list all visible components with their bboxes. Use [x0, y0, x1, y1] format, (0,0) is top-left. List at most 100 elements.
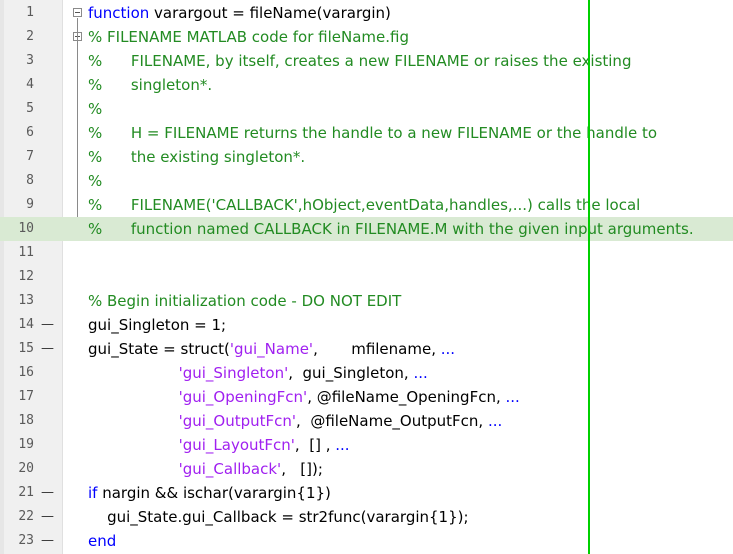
- code-text[interactable]: if nargin && ischar(varargin{1}): [88, 481, 331, 505]
- code-text[interactable]: gui_State.gui_Callback = str2func(vararg…: [88, 505, 469, 529]
- code-text[interactable]: %: [88, 169, 102, 193]
- line-number: 11: [18, 245, 34, 260]
- line-number: 8: [26, 173, 34, 188]
- comment-token: % Begin initialization code - DO NOT EDI…: [88, 292, 402, 310]
- line-number: 6: [26, 125, 34, 140]
- code-line[interactable]: 1 function varargout = fileName(varargin): [0, 1, 733, 25]
- code-token: gui_Singleton = 1;: [88, 316, 227, 334]
- code-text[interactable]: 'gui_Callback', []);: [88, 457, 323, 481]
- code-text[interactable]: % FILENAME MATLAB code for fileName.fig: [88, 25, 409, 49]
- code-token: , mfilename,: [313, 340, 441, 358]
- breakpoint-marker[interactable]: —: [41, 337, 54, 361]
- keyword-token: ...: [335, 436, 350, 454]
- keyword-token: end: [88, 532, 117, 550]
- code-editor[interactable]: 1 function varargout = fileName(varargin)…: [0, 0, 733, 554]
- code-line[interactable]: 15 — gui_State = struct('gui_Name', mfilen…: [0, 337, 733, 361]
- comment-token: % the existing singleton*.: [88, 148, 306, 166]
- code-text[interactable]: % Begin initialization code - DO NOT EDI…: [88, 289, 401, 313]
- line-number: 18: [18, 413, 34, 428]
- line-number: 2: [26, 29, 34, 44]
- breakpoint-marker[interactable]: —: [41, 481, 54, 505]
- comment-token: % function named CALLBACK in FILENAME.M …: [88, 220, 694, 238]
- code-line[interactable]: 2 % FILENAME MATLAB code for fileName.fig: [0, 25, 733, 49]
- comment-token: % H = FILENAME returns the handle to a n…: [88, 124, 658, 142]
- code-text[interactable]: 'gui_OpeningFcn', @fileName_OpeningFcn, …: [88, 385, 520, 409]
- breakpoint-marker[interactable]: —: [41, 313, 54, 337]
- code-line[interactable]: 6 % H = FILENAME returns the handle to a …: [0, 121, 733, 145]
- comment-token: % FILENAME MATLAB code for fileName.fig: [88, 28, 409, 46]
- code-token: , gui_Singleton,: [288, 364, 414, 382]
- string-token: 'gui_LayoutFcn': [178, 436, 295, 454]
- line-number: 22: [18, 509, 34, 524]
- line-number: 17: [18, 389, 34, 404]
- breakpoint-marker[interactable]: —: [41, 529, 54, 553]
- code-line[interactable]: 17 'gui_OpeningFcn', @fileName_OpeningFc…: [0, 385, 733, 409]
- line-number: 7: [26, 149, 34, 164]
- code-line[interactable]: 14 — gui_Singleton = 1;: [0, 313, 733, 337]
- code-line[interactable]: 7 % the existing singleton*.: [0, 145, 733, 169]
- keyword-token: ...: [505, 388, 520, 406]
- code-text[interactable]: %: [88, 97, 102, 121]
- string-token: 'gui_Callback': [178, 460, 282, 478]
- line-number: 21: [18, 485, 34, 500]
- keyword-token: ...: [440, 340, 456, 358]
- string-token: 'gui_OpeningFcn': [178, 388, 308, 406]
- code-line[interactable]: 11: [0, 241, 733, 265]
- breakpoint-marker[interactable]: —: [41, 505, 54, 529]
- code-line[interactable]: 21 — if nargin && ischar(varargin{1}): [0, 481, 733, 505]
- code-line[interactable]: 13 % Begin initialization code - DO NOT E…: [0, 289, 733, 313]
- right-margin-line: [588, 0, 590, 554]
- code-text[interactable]: % function named CALLBACK in FILENAME.M …: [88, 217, 694, 241]
- code-text[interactable]: function varargout = fileName(varargin): [88, 1, 391, 25]
- line-number: 10: [18, 221, 34, 236]
- code-text[interactable]: % H = FILENAME returns the handle to a n…: [88, 121, 657, 145]
- code-token: , []);: [281, 460, 323, 478]
- code-line[interactable]: 19 'gui_LayoutFcn', [] , ...: [0, 433, 733, 457]
- code-text[interactable]: % FILENAME('CALLBACK',hObject,eventData,…: [88, 193, 640, 217]
- code-line[interactable]: 9 % FILENAME('CALLBACK',hObject,eventData…: [0, 193, 733, 217]
- code-token: , [] ,: [294, 436, 336, 454]
- code-text[interactable]: end: [88, 529, 116, 553]
- code-line[interactable]: 4 % singleton*.: [0, 73, 733, 97]
- code-line[interactable]: 5%: [0, 97, 733, 121]
- line-number: 5: [26, 101, 34, 116]
- code-token: varargout = fileName(varargin): [149, 4, 391, 22]
- code-text[interactable]: % the existing singleton*.: [88, 145, 305, 169]
- code-line[interactable]: 8%: [0, 169, 733, 193]
- line-number: 15: [18, 341, 34, 356]
- comment-token: % FILENAME, by itself, creates a new FIL…: [88, 52, 632, 70]
- code-text[interactable]: % FILENAME, by itself, creates a new FIL…: [88, 49, 631, 73]
- code-line[interactable]: 16 'gui_Singleton', gui_Singleton, ...: [0, 361, 733, 385]
- comment-token: %: [88, 172, 103, 190]
- code-line[interactable]: 20 'gui_Callback', []);: [0, 457, 733, 481]
- code-text[interactable]: 'gui_Singleton', gui_Singleton, ...: [88, 361, 428, 385]
- code-text[interactable]: % singleton*.: [88, 73, 212, 97]
- code-token: nargin && ischar(varargin{1}): [97, 484, 331, 502]
- code-token: gui_State.gui_Callback = str2func(vararg…: [88, 508, 469, 526]
- code-line[interactable]: 23 — end: [0, 529, 733, 553]
- line-number: 9: [26, 197, 34, 212]
- code-text[interactable]: 'gui_OutputFcn', @fileName_OutputFcn, ..…: [88, 409, 503, 433]
- line-number: 16: [18, 365, 34, 380]
- code-token: , @fileName_OutputFcn,: [296, 412, 488, 430]
- comment-token: % FILENAME('CALLBACK',hObject,eventData,…: [88, 196, 641, 214]
- code-line[interactable]: 12: [0, 265, 733, 289]
- line-number: 20: [18, 461, 34, 476]
- line-number: 19: [18, 437, 34, 452]
- line-number: 3: [26, 53, 34, 68]
- code-line[interactable]: 22 — gui_State.gui_Callback = str2func(va…: [0, 505, 733, 529]
- keyword-token: ...: [413, 364, 428, 382]
- code-text[interactable]: gui_Singleton = 1;: [88, 313, 226, 337]
- code-text[interactable]: 'gui_LayoutFcn', [] , ...: [88, 433, 350, 457]
- code-line[interactable]: 3 % FILENAME, by itself, creates a new FI…: [0, 49, 733, 73]
- code-line[interactable]: 10 % function named CALLBACK in FILENAME.…: [0, 217, 733, 241]
- code-token: , @fileName_OpeningFcn,: [307, 388, 506, 406]
- code-token: gui_State = struct(: [88, 340, 230, 358]
- code-line[interactable]: 18 'gui_OutputFcn', @fileName_OutputFcn,…: [0, 409, 733, 433]
- code-text[interactable]: gui_State = struct('gui_Name', mfilename…: [88, 337, 455, 361]
